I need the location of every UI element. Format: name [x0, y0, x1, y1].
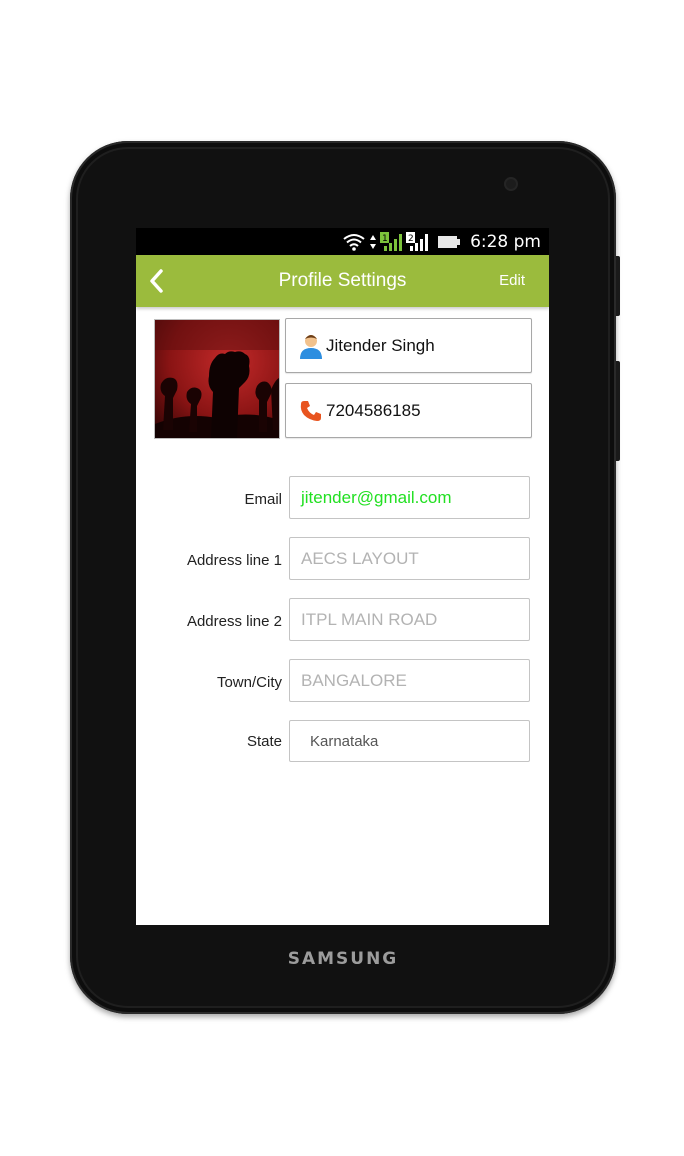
address-line-1-field[interactable]: AECS LAYOUT	[289, 537, 530, 580]
raised-fists-image	[155, 320, 279, 438]
address-line-1-label: Address line 1	[186, 552, 282, 569]
profile-photo[interactable]	[154, 319, 280, 439]
volume-button	[616, 361, 620, 461]
page: SAMSUNG 1 2 6:28 pm Profile Settings Edi…	[0, 0, 684, 1156]
status-time: 6:28 pm	[470, 231, 541, 252]
profile-name-field[interactable]: Jitender Singh	[285, 318, 532, 373]
screen: 1 2 6:28 pm Profile Settings Edit Jitend…	[136, 228, 549, 925]
state-label: State	[246, 733, 282, 750]
phone-icon	[298, 398, 324, 424]
wifi-icon	[342, 233, 366, 251]
app-bar: Profile Settings Edit	[136, 255, 549, 307]
page-title: Profile Settings	[278, 270, 407, 291]
status-bar: 1 2 6:28 pm	[136, 228, 549, 255]
email-field[interactable]: jitender@gmail.com	[289, 476, 530, 519]
data-arrows-icon	[370, 234, 377, 250]
battery-icon	[438, 235, 461, 249]
sim2-signal-icon: 2	[406, 231, 429, 252]
profile-name: Jitender Singh	[326, 335, 435, 355]
profile-phone-field[interactable]: 7204586185	[285, 383, 532, 438]
camera-icon	[506, 179, 516, 189]
town-city-field[interactable]: BANGALORE	[289, 659, 530, 702]
address-line-2-field[interactable]: ITPL MAIN ROAD	[289, 598, 530, 641]
address-line-2-label: Address line 2	[186, 613, 282, 630]
sim1-signal-icon: 1	[380, 231, 403, 252]
email-label: Email	[244, 491, 282, 508]
person-icon	[298, 333, 324, 359]
svg-text:2: 2	[408, 234, 414, 244]
state-field[interactable]: Karnataka	[289, 720, 530, 762]
brand-logo: SAMSUNG	[287, 949, 399, 969]
town-city-label: Town/City	[216, 674, 282, 691]
power-button	[616, 256, 620, 316]
status-icons: 1 2 6:28 pm	[342, 228, 541, 255]
edit-button[interactable]: Edit	[499, 272, 525, 289]
profile-phone: 7204586185	[326, 400, 421, 420]
svg-text:1: 1	[382, 234, 388, 244]
